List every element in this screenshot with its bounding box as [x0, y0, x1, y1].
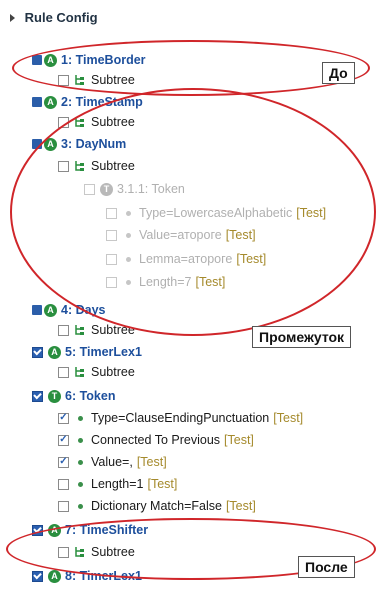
rule-config-header[interactable]: Rule Config	[10, 10, 98, 25]
token-icon: T	[48, 389, 61, 403]
rule-icon: A	[44, 95, 57, 109]
bullet-icon	[78, 459, 83, 465]
subtree-label: Subtree	[91, 365, 135, 379]
subtree-icon	[75, 325, 84, 335]
rule-5[interactable]: A 5: TimerLex1	[32, 342, 142, 362]
rule-config-title: Rule Config	[24, 10, 98, 25]
bullet-icon	[78, 437, 83, 443]
feature-label: Dictionary Match=False	[91, 499, 222, 513]
callout-after: После	[298, 556, 355, 578]
expand-arrow-icon[interactable]	[10, 14, 15, 22]
checkbox[interactable]	[58, 478, 69, 490]
rule-6-connected[interactable]: Connected To Previous [Test]	[58, 430, 254, 450]
annotation-oval-middle	[10, 88, 376, 336]
rule-icon: A	[44, 303, 57, 317]
feature-label: Length=1	[91, 477, 144, 491]
feature-label: Value=,	[91, 455, 133, 469]
checkbox[interactable]	[32, 390, 43, 402]
test-link[interactable]: [Test]	[147, 477, 177, 491]
checkbox[interactable]	[58, 324, 69, 336]
callout-before: До	[322, 62, 355, 84]
feature-label: Connected To Previous	[91, 433, 221, 447]
checkbox[interactable]	[58, 500, 69, 512]
status-icon	[32, 97, 42, 107]
bullet-icon	[78, 415, 83, 421]
rule-6-type[interactable]: Type=ClauseEndingPunctuation [Test]	[58, 408, 303, 428]
rule-6-length[interactable]: Length=1 [Test]	[58, 474, 177, 494]
subtree-icon	[75, 367, 84, 377]
rule-icon: A	[48, 345, 61, 359]
rule-icon: A	[48, 569, 61, 583]
checkbox[interactable]	[58, 366, 69, 378]
rule-5-subtree[interactable]: Subtree	[58, 362, 135, 382]
test-link[interactable]: [Test]	[273, 411, 303, 425]
rule-5-label[interactable]: 5: TimerLex1	[65, 345, 142, 359]
checkbox[interactable]	[32, 570, 43, 582]
rule-6-dictionary[interactable]: Dictionary Match=False [Test]	[58, 496, 256, 516]
checkbox[interactable]	[58, 412, 69, 424]
checkbox[interactable]	[32, 346, 43, 358]
bullet-icon	[78, 503, 83, 509]
feature-label: Type=ClauseEndingPunctuation	[91, 411, 270, 425]
status-icon	[32, 305, 42, 315]
callout-middle: Промежуток	[252, 326, 352, 348]
bullet-icon	[78, 481, 83, 487]
test-link[interactable]: [Test]	[224, 433, 254, 447]
rule-6[interactable]: T 6: Token	[32, 386, 115, 406]
test-link[interactable]: [Test]	[226, 499, 256, 513]
checkbox[interactable]	[58, 434, 69, 446]
test-link[interactable]: [Test]	[137, 455, 167, 469]
rule-6-label[interactable]: 6: Token	[65, 389, 115, 403]
checkbox[interactable]	[58, 456, 69, 468]
rule-6-value[interactable]: Value=, [Test]	[58, 452, 167, 472]
